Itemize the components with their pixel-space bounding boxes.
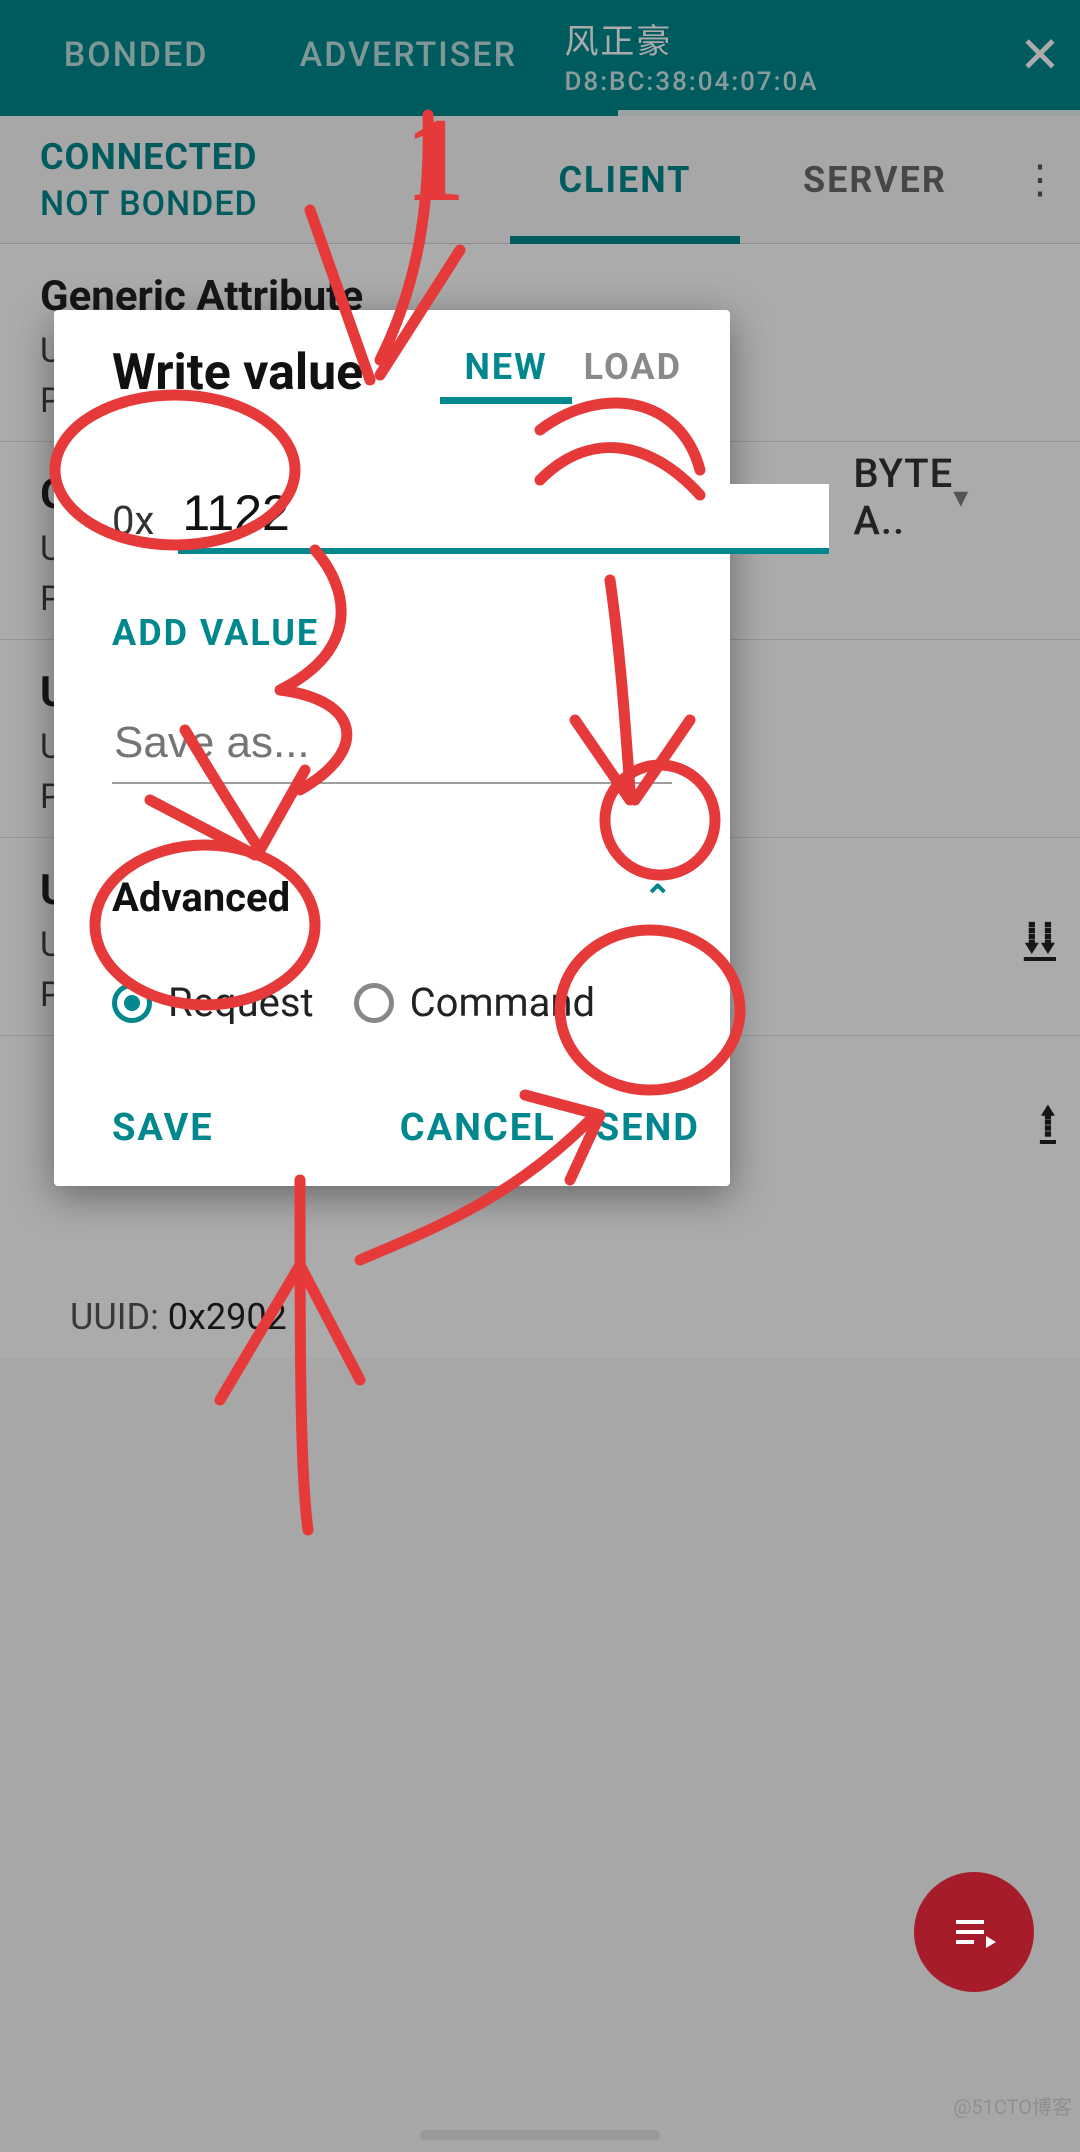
- add-value-button[interactable]: ADD VALUE: [54, 554, 730, 654]
- fab-icon: [950, 1908, 998, 1956]
- save-button[interactable]: SAVE: [112, 1106, 214, 1150]
- radio-request-label: Request: [168, 979, 314, 1026]
- save-as-input[interactable]: [112, 714, 672, 784]
- chevron-down-icon: ▾: [953, 480, 969, 515]
- send-button[interactable]: SEND: [596, 1106, 700, 1150]
- radio-command[interactable]: Command: [354, 979, 595, 1026]
- advanced-toggle[interactable]: Advanced ⌃: [54, 784, 730, 921]
- radio-icon: [354, 983, 394, 1023]
- value-input[interactable]: [178, 484, 829, 554]
- radio-icon: [112, 983, 152, 1023]
- advanced-label: Advanced: [112, 874, 290, 921]
- watermark: @51CTO博客: [953, 2091, 1072, 2120]
- dialog-title: Write value: [112, 344, 446, 402]
- dialog-tab-load[interactable]: LOAD: [566, 346, 700, 402]
- radio-request[interactable]: Request: [112, 979, 314, 1026]
- fab-button[interactable]: [914, 1872, 1034, 1992]
- home-indicator[interactable]: [420, 2130, 660, 2140]
- chevron-up-icon: ⌃: [644, 878, 673, 918]
- dialog-tab-new[interactable]: NEW: [446, 346, 565, 402]
- cancel-button[interactable]: CANCEL: [400, 1106, 556, 1150]
- type-selector[interactable]: BYTE A.. ▾: [853, 450, 969, 554]
- type-label: BYTE A..: [853, 450, 953, 544]
- radio-command-label: Command: [410, 979, 595, 1026]
- write-value-dialog: Write value NEW LOAD 0x BYTE A.. ▾ ADD V…: [54, 310, 730, 1186]
- value-prefix: 0x: [112, 497, 154, 554]
